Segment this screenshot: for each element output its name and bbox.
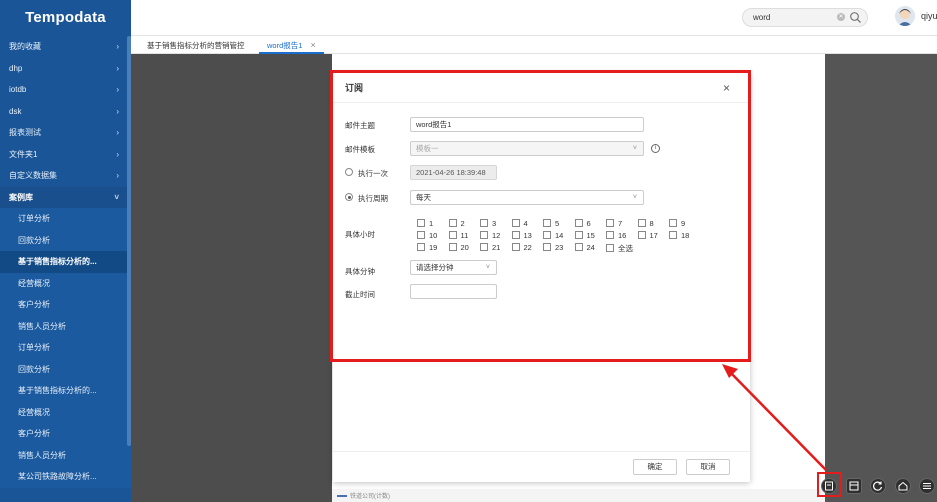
sidebar-item-label: 自定义数据集: [9, 171, 57, 180]
sidebar: Tempodata 我的收藏 › dhp › iotdb › dsk › 报表测试 › 文件夹1 › 自…: [0, 0, 131, 502]
sidebar-item-label: iotdb: [9, 85, 27, 94]
sidebar-item-label: 基于销售指标分析的...: [18, 386, 97, 395]
sidebar-item-label: 案例库: [9, 192, 33, 202]
sidebar-item-label: 报表测试: [9, 128, 41, 137]
sidebar-item-label: 销售人员分析: [18, 450, 66, 460]
tab-close-icon[interactable]: ×: [310, 40, 315, 50]
sidebar-item[interactable]: 文件夹1 ›: [0, 144, 131, 166]
legend-label: 铁道公司(计数): [350, 494, 390, 500]
sidebar-item-label: 回款分析: [18, 364, 50, 374]
sidebar-item-label: 基于销售指标分析的...: [18, 257, 97, 266]
sidebar-item-label: 客户分析: [18, 300, 50, 309]
chevron-right-icon: ›: [116, 85, 119, 94]
sidebar-item[interactable]: 自定义数据集 ›: [0, 165, 131, 187]
legend-area: 铁道公司(计数): [332, 489, 825, 502]
highlight-frame-subscribe: [817, 472, 842, 497]
menu-icon[interactable]: [919, 478, 935, 494]
sidebar-item[interactable]: 案例库 ˅: [0, 186, 131, 208]
avatar[interactable]: [895, 6, 915, 26]
tab-word-report[interactable]: word报告1 ×: [259, 37, 324, 54]
sidebar-item[interactable]: 订单分析: [0, 208, 131, 230]
confirm-button[interactable]: 确定: [633, 459, 677, 475]
clear-icon[interactable]: ✕: [837, 13, 845, 21]
chevron-right-icon: ›: [116, 128, 119, 137]
cancel-button[interactable]: 取消: [686, 459, 730, 475]
sidebar-item-label: dsk: [9, 106, 22, 116]
sidebar-item[interactable]: 销售人员分析: [0, 444, 131, 466]
sidebar-item[interactable]: 经营概况: [0, 272, 131, 294]
search-box: ✕: [742, 8, 868, 27]
sidebar-item[interactable]: 回款分析: [0, 358, 131, 380]
sidebar-item-label: 回款分析: [18, 235, 50, 245]
sidebar-item-label: 订单分析: [18, 343, 50, 352]
sidebar-item-label: 某公司铁路故障分析...: [18, 472, 97, 481]
sidebar-item[interactable]: 基于销售指标分析的...: [0, 251, 131, 273]
sidebar-item-label: 客户分析: [18, 429, 50, 438]
chevron-right-icon: ›: [116, 63, 119, 73]
export-icon[interactable]: [846, 478, 862, 494]
chevron-down-icon: ˅: [114, 192, 119, 202]
home-icon[interactable]: [895, 478, 911, 494]
chevron-right-icon: ›: [116, 42, 119, 51]
sidebar-item-label: 文件夹1: [9, 149, 38, 159]
sidebar-item[interactable]: 销售人员分析: [0, 315, 131, 337]
sidebar-item[interactable]: 经营概况: [0, 401, 131, 423]
top-bar: ✕ qiyu: [131, 0, 937, 36]
sidebar-item[interactable]: 客户分析: [0, 294, 131, 316]
chevron-right-icon: ›: [116, 149, 119, 159]
sidebar-item[interactable]: 订单分析: [0, 337, 131, 359]
sidebar-item-label: 经营概况: [18, 278, 50, 288]
app-root: Tempodata 我的收藏 › dhp › iotdb › dsk › 报表测试 › 文件夹1 › 自…: [0, 0, 937, 502]
sidebar-item[interactable]: iotdb ›: [0, 79, 131, 101]
search-input[interactable]: [753, 9, 833, 26]
sidebar-item-label: 销售人员分析: [18, 321, 66, 331]
sidebar-item[interactable]: 客户分析: [0, 423, 131, 445]
sidebar-item-label: 订单分析: [18, 214, 50, 223]
sidebar-item[interactable]: dhp ›: [0, 58, 131, 80]
chevron-right-icon: ›: [116, 171, 119, 180]
chevron-right-icon: ›: [116, 106, 119, 116]
tab-marketing[interactable]: 基于销售指标分析的营销管控: [139, 37, 253, 54]
avatar-icon: [895, 6, 915, 26]
sidebar-item[interactable]: 我的收藏 ›: [0, 36, 131, 58]
refresh-icon[interactable]: [870, 478, 886, 494]
sidebar-item-label: dhp: [9, 63, 23, 73]
username[interactable]: qiyu: [921, 11, 937, 21]
sidebar-item[interactable]: 报表测试 ›: [0, 122, 131, 144]
sidebar-item[interactable]: 某公司铁路故障分析...: [0, 466, 131, 488]
app-logo: Tempodata: [0, 0, 131, 36]
right-panel: [825, 54, 937, 502]
tab-bar: 基于销售指标分析的营销管控 word报告1 ×: [131, 37, 937, 54]
sidebar-item[interactable]: 基于销售指标分析的...: [0, 380, 131, 402]
sidebar-item-label: 我的收藏: [9, 42, 41, 51]
search-icon[interactable]: [849, 11, 862, 24]
sidebar-nav: 我的收藏 › dhp › iotdb › dsk › 报表测试 › 文件夹1 › 自定义数据集 › 案例库 ˅…: [0, 36, 131, 488]
sidebar-item[interactable]: 回款分析: [0, 229, 131, 251]
highlight-frame-dialog: [330, 70, 751, 362]
sidebar-item[interactable]: dsk ›: [0, 101, 131, 123]
dialog-footer: 确定 取消: [333, 451, 750, 482]
sidebar-item-label: 经营概况: [18, 407, 50, 417]
legend-swatch: [337, 495, 347, 497]
